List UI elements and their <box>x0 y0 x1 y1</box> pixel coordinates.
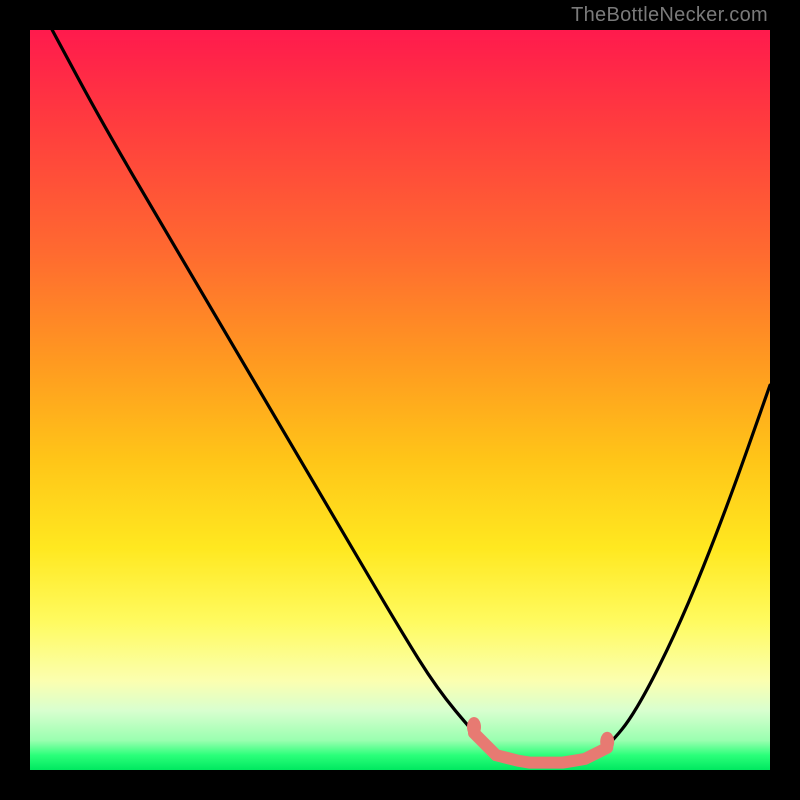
watermark-text: TheBottleNecker.com <box>571 4 768 27</box>
highlight-dot-start <box>467 717 481 737</box>
highlight-band <box>467 717 614 763</box>
bottleneck-curve-line <box>52 30 770 763</box>
highlight-dot-end <box>600 732 614 752</box>
chart-frame: TheBottleNecker.com <box>0 0 800 800</box>
chart-svg <box>30 30 770 770</box>
highlight-stroke <box>474 733 607 763</box>
plot-area <box>30 30 770 770</box>
